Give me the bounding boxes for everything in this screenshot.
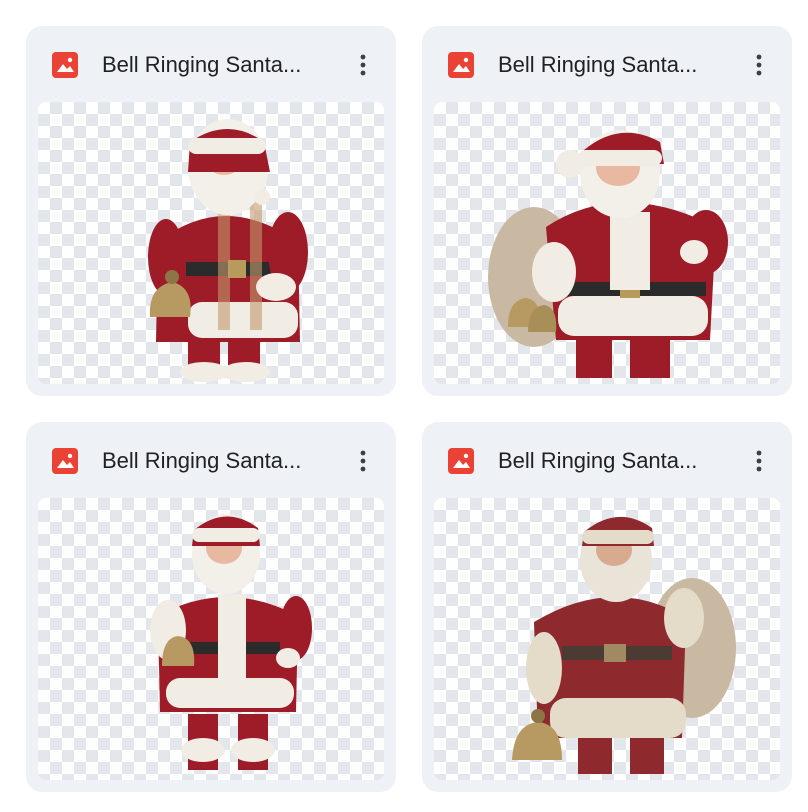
image-file-icon	[52, 52, 78, 78]
file-card-2[interactable]: Bell Ringing Santa...	[422, 26, 792, 396]
file-card-4[interactable]: Bell Ringing Santa...	[422, 422, 792, 792]
file-thumbnail[interactable]	[434, 102, 780, 384]
image-file-icon	[52, 448, 78, 474]
file-thumbnail[interactable]	[38, 102, 384, 384]
file-card-header: Bell Ringing Santa...	[422, 422, 792, 498]
file-card-1[interactable]: Bell Ringing Santa...	[26, 26, 396, 396]
santa-image	[150, 514, 312, 770]
file-title: Bell Ringing Santa...	[498, 52, 698, 77]
file-card-header: Bell Ringing Santa...	[26, 422, 396, 498]
file-title: Bell Ringing Santa...	[102, 448, 302, 473]
file-thumbnail[interactable]	[434, 498, 780, 780]
file-card-header: Bell Ringing Santa...	[422, 26, 792, 102]
santa-image	[512, 516, 736, 774]
file-title: Bell Ringing Santa...	[498, 448, 698, 473]
more-vert-icon[interactable]	[348, 444, 378, 478]
more-vert-icon[interactable]	[348, 48, 378, 82]
file-card-header: Bell Ringing Santa...	[26, 26, 396, 102]
more-vert-icon[interactable]	[744, 48, 774, 82]
santa-image	[148, 119, 308, 382]
file-title: Bell Ringing Santa...	[102, 52, 302, 77]
file-thumbnail[interactable]	[38, 498, 384, 780]
image-file-icon	[448, 448, 474, 474]
more-vert-icon[interactable]	[744, 444, 774, 478]
image-file-icon	[448, 52, 474, 78]
santa-image	[488, 130, 728, 378]
file-card-3[interactable]: Bell Ringing Santa...	[26, 422, 396, 792]
